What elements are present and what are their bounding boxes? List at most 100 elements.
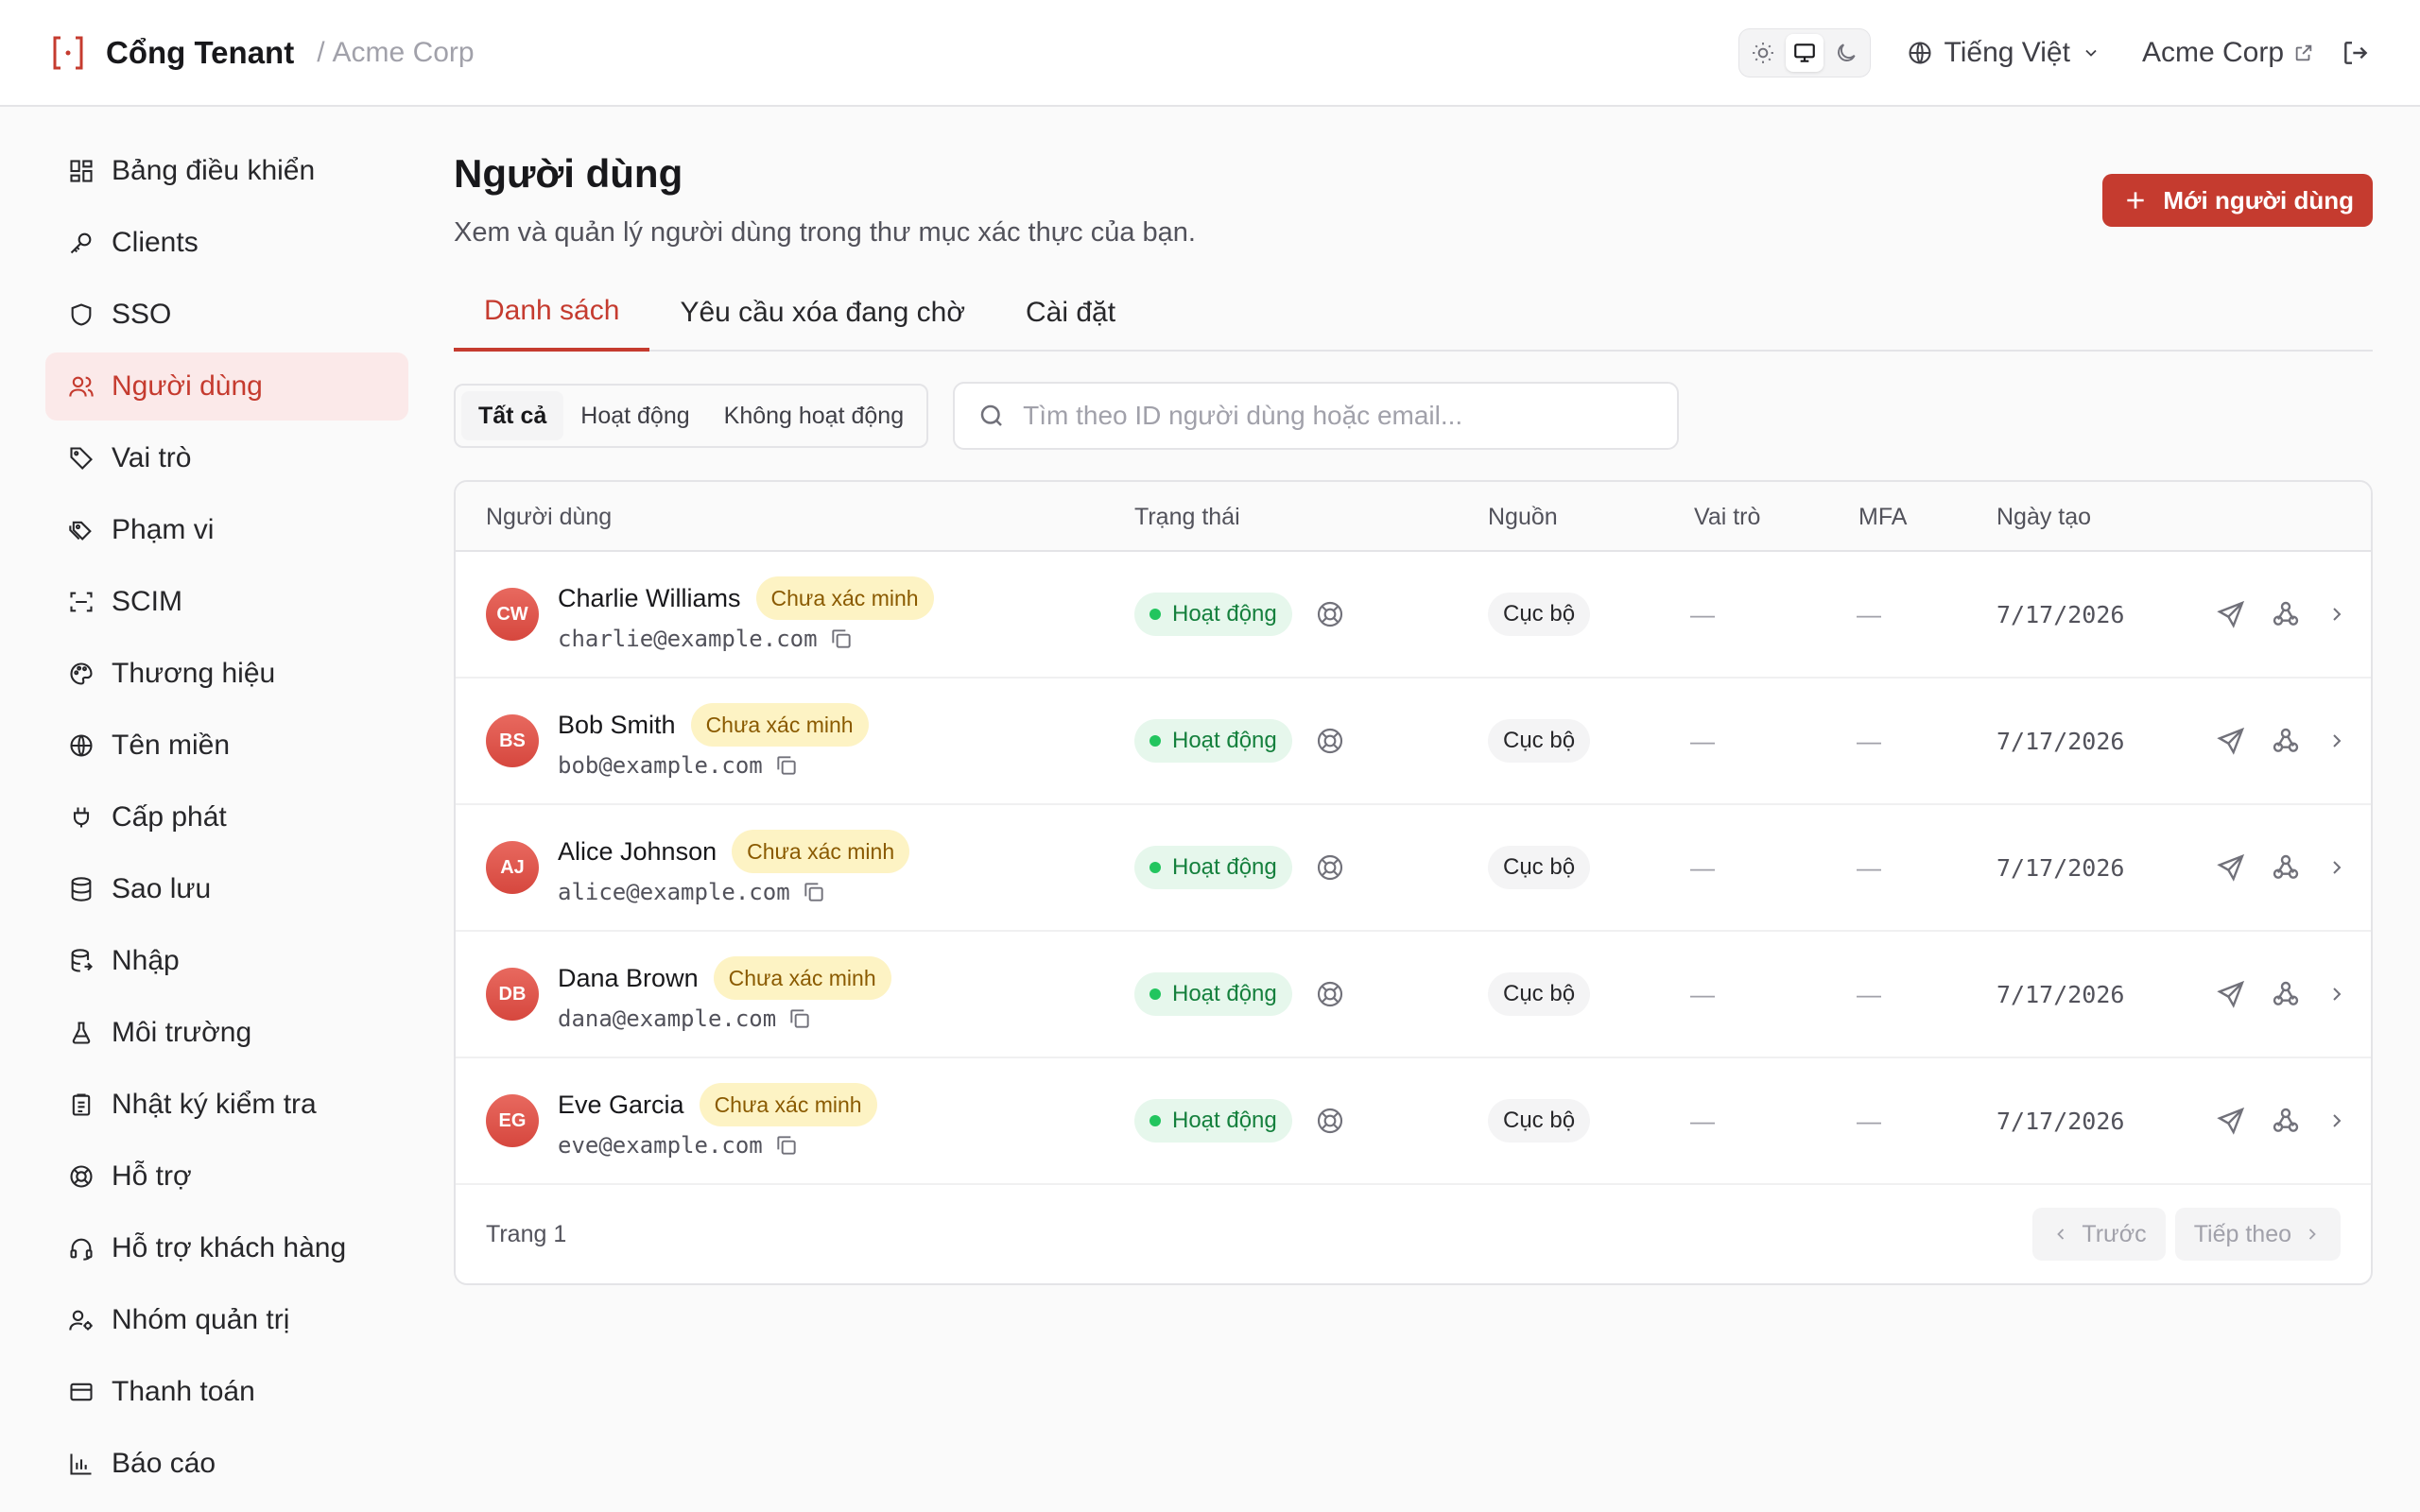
roles-value: — bbox=[1690, 979, 1715, 1008]
copy-email-button[interactable] bbox=[829, 627, 854, 651]
chevron-right-icon bbox=[2333, 861, 2342, 874]
sidebar-item-environments[interactable]: Môi trường bbox=[45, 999, 408, 1067]
status-label: Hoạt động bbox=[1172, 854, 1277, 880]
search-input[interactable]: Tìm theo ID người dùng hoặc email... bbox=[953, 382, 1680, 450]
page-label: Trang 1 bbox=[486, 1220, 567, 1247]
breadcrumb-tenant[interactable]: Acme Corp bbox=[333, 37, 475, 69]
tab-pending-deletion[interactable]: Yêu cầu xóa đang chờ bbox=[649, 274, 995, 352]
moon-icon bbox=[1837, 43, 1856, 61]
copy-icon bbox=[804, 883, 823, 902]
send-email-button[interactable] bbox=[2216, 1106, 2246, 1136]
row-open-button[interactable] bbox=[2325, 603, 2348, 626]
webhook-button[interactable] bbox=[2271, 979, 2301, 1009]
palette-icon bbox=[66, 659, 96, 689]
row-open-button[interactable] bbox=[2325, 856, 2348, 879]
send-email-button[interactable] bbox=[2216, 726, 2246, 756]
avatar: AJ bbox=[486, 841, 539, 894]
sidebar-item-reports[interactable]: Báo cáo bbox=[45, 1430, 408, 1498]
new-user-button[interactable]: Mới người dùng bbox=[2102, 174, 2373, 227]
table-row[interactable]: AJ Alice Johnson Chưa xác minh alice@exa… bbox=[456, 805, 2371, 932]
support-access-button[interactable] bbox=[1315, 852, 1345, 883]
tab-list[interactable]: Danh sách bbox=[454, 274, 650, 352]
send-icon bbox=[2217, 980, 2245, 1008]
language-select[interactable]: Tiếng Việt bbox=[1907, 37, 2100, 69]
prev-page-button[interactable]: Trước bbox=[2032, 1208, 2166, 1261]
unverified-badge: Chưa xác minh bbox=[732, 830, 910, 873]
created-date: 7/17/2026 bbox=[1996, 600, 2125, 628]
table-row[interactable]: BS Bob Smith Chưa xác minh bob@example.c… bbox=[456, 679, 2371, 805]
theme-system-button[interactable] bbox=[1785, 33, 1824, 72]
breadcrumb-separator: / bbox=[317, 36, 325, 68]
roles-value: — bbox=[1690, 599, 1715, 628]
filter-inactive[interactable]: Không hoạt động bbox=[707, 391, 921, 440]
org-external-link[interactable]: Acme Corp bbox=[2142, 37, 2314, 69]
theme-toggle bbox=[1737, 27, 1871, 77]
webhook-button[interactable] bbox=[2271, 599, 2301, 629]
sidebar-item-backup[interactable]: Sao lưu bbox=[45, 855, 408, 923]
sidebar-item-scim[interactable]: SCIM bbox=[45, 568, 408, 636]
sidebar-item-import[interactable]: Nhập bbox=[45, 927, 408, 995]
sidebar-item-support[interactable]: Hỗ trợ bbox=[45, 1143, 408, 1211]
scan-icon bbox=[66, 587, 96, 617]
sidebar-item-sso[interactable]: SSO bbox=[45, 281, 408, 349]
sidebar-item-label: Hỗ trợ khách hàng bbox=[112, 1232, 347, 1263]
tab-settings[interactable]: Cài đặt bbox=[995, 274, 1146, 352]
webhook-button[interactable] bbox=[2271, 852, 2301, 883]
theme-dark-button[interactable] bbox=[1827, 34, 1865, 72]
row-open-button[interactable] bbox=[2325, 1109, 2348, 1132]
chevron-left-icon bbox=[2057, 1228, 2065, 1240]
sidebar-item-label: Nhập bbox=[112, 945, 180, 976]
sidebar-item-customer-support[interactable]: Hỗ trợ khách hàng bbox=[45, 1214, 408, 1282]
webhook-button[interactable] bbox=[2271, 726, 2301, 756]
filter-active[interactable]: Hoạt động bbox=[563, 391, 706, 440]
theme-light-button[interactable] bbox=[1744, 34, 1782, 72]
logout-button[interactable] bbox=[2341, 38, 2371, 68]
sidebar-item-billing[interactable]: Thanh toán bbox=[45, 1358, 408, 1426]
sidebar-item-provisioning[interactable]: Cấp phát bbox=[45, 783, 408, 851]
send-email-button[interactable] bbox=[2216, 852, 2246, 883]
sidebar-item-clients[interactable]: Clients bbox=[45, 209, 408, 277]
sidebar-item-branding[interactable]: Thương hiệu bbox=[45, 640, 408, 708]
copy-icon bbox=[831, 629, 851, 648]
row-open-button[interactable] bbox=[2325, 730, 2348, 752]
dashboard-icon bbox=[66, 156, 96, 186]
next-page-button[interactable]: Tiếp theo bbox=[2174, 1208, 2341, 1261]
row-open-button[interactable] bbox=[2325, 983, 2348, 1005]
table-row[interactable]: EG Eve Garcia Chưa xác minh eve@example.… bbox=[456, 1058, 2371, 1185]
table-row[interactable]: DB Dana Brown Chưa xác minh dana@example… bbox=[456, 932, 2371, 1058]
copy-email-button[interactable] bbox=[774, 1133, 799, 1158]
filter-row: Tất cả Hoạt động Không hoạt động Tìm the… bbox=[454, 382, 1680, 450]
support-access-button[interactable] bbox=[1315, 726, 1345, 756]
mfa-value: — bbox=[1857, 599, 1881, 628]
sidebar-item-roles[interactable]: Vai trò bbox=[45, 424, 408, 492]
sidebar-item-admin-groups[interactable]: Nhóm quản trị bbox=[45, 1286, 408, 1354]
roles-value: — bbox=[1690, 852, 1715, 882]
lifebuoy-icon bbox=[1317, 601, 1342, 627]
sidebar-item-dashboard[interactable]: Bảng điều khiển bbox=[45, 137, 408, 205]
sidebar-item-scopes[interactable]: Phạm vi bbox=[45, 496, 408, 564]
webhook-button[interactable] bbox=[2271, 1106, 2301, 1136]
sidebar-item-audit-log[interactable]: Nhật ký kiểm tra bbox=[45, 1071, 408, 1139]
copy-email-button[interactable] bbox=[802, 880, 826, 904]
send-email-button[interactable] bbox=[2216, 599, 2246, 629]
new-user-label: Mới người dùng bbox=[2163, 185, 2354, 215]
table-row[interactable]: CW Charlie Williams Chưa xác minh charli… bbox=[456, 552, 2371, 679]
support-access-button[interactable] bbox=[1315, 599, 1345, 629]
support-access-button[interactable] bbox=[1315, 1106, 1345, 1136]
lifebuoy-icon bbox=[1317, 854, 1342, 881]
support-access-button[interactable] bbox=[1315, 979, 1345, 1009]
headset-icon bbox=[66, 1233, 96, 1263]
copy-email-button[interactable] bbox=[787, 1006, 812, 1031]
filter-all[interactable]: Tất cả bbox=[461, 391, 564, 440]
webhook-icon bbox=[2273, 1108, 2299, 1132]
send-email-button[interactable] bbox=[2216, 979, 2246, 1009]
sidebar-item-users[interactable]: Người dùng bbox=[45, 352, 408, 421]
search-icon bbox=[980, 404, 1002, 426]
created-date: 7/17/2026 bbox=[1996, 1107, 2125, 1135]
copy-email-button[interactable] bbox=[774, 753, 799, 778]
status-badge: Hoạt động bbox=[1134, 972, 1292, 1016]
source-badge: Cục bộ bbox=[1488, 719, 1591, 763]
sidebar-item-label: SCIM bbox=[112, 586, 182, 617]
sidebar-item-domains[interactable]: Tên miền bbox=[45, 712, 408, 780]
webhook-icon bbox=[2273, 728, 2299, 752]
